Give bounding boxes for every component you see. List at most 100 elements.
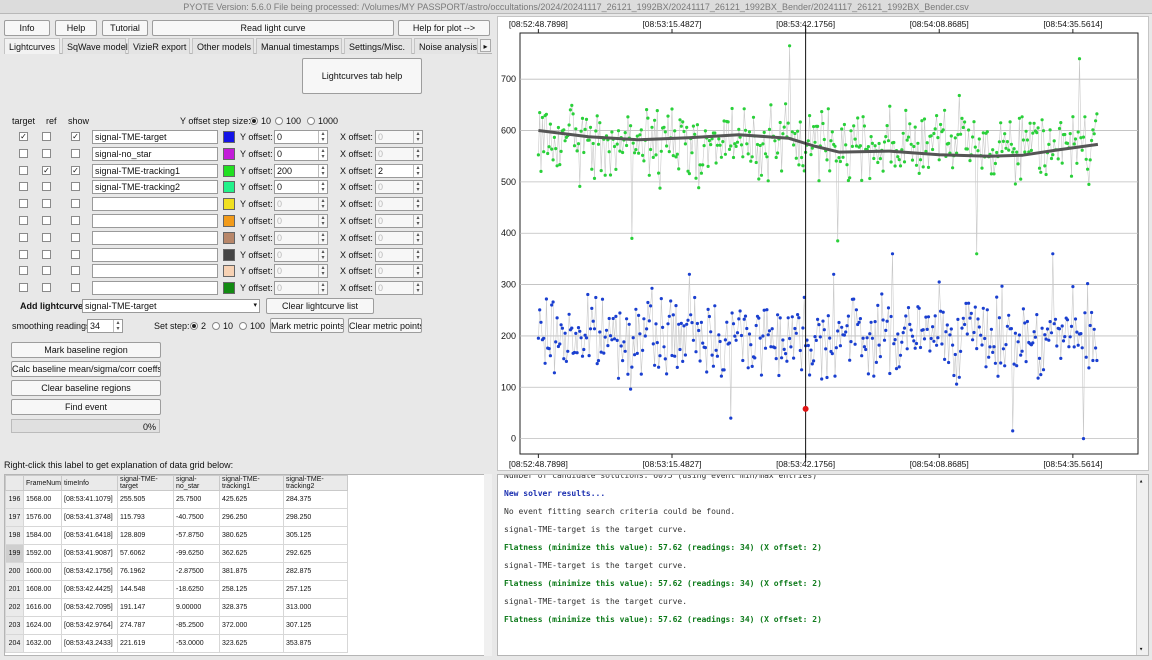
curve-name-field[interactable]: signal-TME-tracking1: [92, 163, 218, 178]
grid-column-header[interactable]: signal-TME-tracking1: [219, 475, 285, 491]
grid-cell[interactable]: 292.625: [283, 544, 349, 563]
scroll-down-icon[interactable]: ▾: [1139, 645, 1143, 653]
grid-cell[interactable]: 1632.00: [22, 634, 63, 653]
grid-cell[interactable]: -2.87500: [173, 562, 221, 581]
ref-checkbox[interactable]: [42, 283, 51, 293]
curve-name-field[interactable]: [92, 264, 218, 279]
stepper-arrows-icon[interactable]: ▴ ▾: [318, 198, 327, 211]
grid-cell[interactable]: 258.125: [219, 580, 285, 599]
x-offset-stepper[interactable]: 0 ▴ ▾: [375, 230, 423, 245]
grid-cell[interactable]: [08:53:42.4425]: [61, 580, 119, 599]
stepper-arrows-icon[interactable]: ▴ ▾: [318, 164, 327, 177]
table-row[interactable]: 203 1624.00 [08:53:42.9764] 274.787 -85.2500…: [5, 616, 349, 635]
grid-cell[interactable]: [08:53:42.1756]: [61, 562, 119, 581]
color-swatch[interactable]: [223, 198, 235, 211]
grid-cell[interactable]: 298.250: [283, 508, 349, 527]
grid-column-header[interactable]: signal-TME-target: [117, 475, 175, 491]
grid-cell[interactable]: 1568.00: [22, 490, 63, 509]
x-offset-stepper[interactable]: 0 ▴ ▾: [375, 264, 423, 279]
row-number[interactable]: 196: [5, 490, 24, 509]
row-number[interactable]: 202: [5, 598, 24, 617]
grid-cell[interactable]: 257.125: [283, 580, 349, 599]
solver-log[interactable]: ▴ ▾ Number of candidate solutions: 6075 …: [497, 474, 1149, 656]
show-checkbox[interactable]: [71, 148, 80, 158]
stepper-arrows-icon[interactable]: ▴ ▾: [413, 215, 422, 227]
table-row[interactable]: 200 1600.00 [08:53:42.1756] 76.1962 -2.87500…: [5, 562, 349, 581]
grid-cell[interactable]: -18.6250: [173, 580, 221, 599]
grid-cell[interactable]: [08:53:43.2433]: [61, 634, 119, 653]
scroll-up-icon[interactable]: ▴: [1139, 477, 1143, 485]
stepper-arrows-icon[interactable]: ▴ ▾: [413, 131, 422, 143]
row-number[interactable]: 203: [5, 616, 24, 635]
x-offset-stepper[interactable]: 2 ▴ ▾: [375, 163, 423, 178]
grid-cell[interactable]: 1616.00: [22, 598, 63, 617]
set-step-100-radio[interactable]: [239, 322, 247, 330]
tab-other-models[interactable]: Other models: [192, 38, 254, 54]
color-swatch[interactable]: [223, 282, 235, 295]
grid-cell[interactable]: 1624.00: [22, 616, 63, 635]
ref-checkbox[interactable]: [42, 132, 51, 141]
target-checkbox[interactable]: [19, 165, 28, 175]
show-checkbox[interactable]: [71, 199, 80, 209]
target-checkbox[interactable]: [19, 283, 28, 293]
grid-cell[interactable]: 274.787: [117, 616, 175, 635]
grid-cell[interactable]: 425.625: [219, 490, 285, 509]
grid-cell[interactable]: 76.1962: [117, 562, 175, 581]
grid-cell[interactable]: 9.00000: [173, 598, 221, 617]
table-row[interactable]: 196 1568.00 [08:53:41.1079] 255.505 25.7500 4…: [5, 490, 349, 509]
tab-scroll-right-icon[interactable]: ▸: [480, 39, 491, 52]
step-1000-radio[interactable]: [307, 117, 315, 125]
target-checkbox[interactable]: [19, 182, 28, 192]
stepper-arrows-icon[interactable]: ▴ ▾: [413, 231, 422, 244]
grid-cell[interactable]: 1600.00: [22, 562, 63, 581]
stepper-arrows-icon[interactable]: ▴ ▾: [318, 215, 327, 227]
target-checkbox[interactable]: [19, 216, 28, 225]
stepper-arrows-icon[interactable]: ▴ ▾: [413, 282, 422, 295]
grid-cell[interactable]: 323.625: [219, 634, 285, 653]
y-offset-stepper[interactable]: 0 ▴ ▾: [274, 180, 328, 195]
clear-metric-points-button[interactable]: Clear metric points: [348, 318, 422, 333]
grid-column-header[interactable]: timeInfo: [61, 475, 119, 491]
y-offset-stepper[interactable]: 0 ▴ ▾: [274, 197, 328, 212]
grid-cell[interactable]: [08:53:41.6418]: [61, 526, 119, 545]
y-offset-stepper[interactable]: 0 ▴ ▾: [274, 130, 328, 144]
grid-cell[interactable]: -53.0000: [173, 634, 221, 653]
row-number[interactable]: 201: [5, 580, 24, 599]
ref-checkbox[interactable]: [42, 266, 51, 276]
show-checkbox[interactable]: [71, 249, 80, 259]
grid-cell[interactable]: 372.000: [219, 616, 285, 635]
lightcurves-tab-help-button[interactable]: Lightcurves tab help: [302, 58, 422, 94]
grid-cell[interactable]: 191.147: [117, 598, 175, 617]
ref-checkbox[interactable]: [42, 199, 51, 209]
stepper-arrows-icon[interactable]: ▴ ▾: [318, 248, 327, 261]
target-checkbox[interactable]: ✓: [19, 132, 28, 141]
grid-cell[interactable]: [08:53:41.9087]: [61, 544, 119, 563]
stepper-arrows-icon[interactable]: ▴ ▾: [413, 265, 422, 278]
curve-name-field[interactable]: [92, 197, 218, 212]
clear-lightcurve-list-button[interactable]: Clear lightcurve list: [266, 298, 374, 314]
grid-cell[interactable]: 128.809: [117, 526, 175, 545]
set-step-2-radio[interactable]: [190, 322, 198, 330]
table-row[interactable]: 201 1608.00 [08:53:42.4425] 144.548 -18.6250…: [5, 580, 349, 599]
grid-column-header[interactable]: [5, 475, 24, 491]
row-number[interactable]: 204: [5, 634, 24, 653]
tab-sqwave-model[interactable]: SqWave model: [62, 38, 128, 54]
grid-column-header[interactable]: signal-no_star: [173, 475, 221, 491]
data-grid-table[interactable]: FrameNum timeInfo signal-TME-target signal-…: [5, 475, 349, 653]
tab-lightcurves[interactable]: Lightcurves: [4, 38, 60, 54]
show-checkbox[interactable]: [71, 283, 80, 293]
y-offset-stepper[interactable]: 0 ▴ ▾: [274, 281, 328, 296]
tab-manual-timestamps[interactable]: Manual timestamps: [256, 38, 342, 54]
x-offset-stepper[interactable]: 0 ▴ ▾: [375, 197, 423, 212]
grid-cell[interactable]: -85.2500: [173, 616, 221, 635]
stepper-arrows-icon[interactable]: ▴ ▾: [318, 265, 327, 278]
grid-column-header[interactable]: signal-TME-tracking2: [283, 475, 349, 491]
table-row[interactable]: 204 1632.00 [08:53:43.2433] 221.619 -53.0000…: [5, 634, 349, 653]
ref-checkbox[interactable]: [42, 216, 51, 225]
x-offset-stepper[interactable]: 0 ▴ ▾: [375, 130, 423, 144]
table-row[interactable]: 199 1592.00 [08:53:41.9087] 57.6062 -99.6250…: [5, 544, 349, 563]
stepper-arrows-icon[interactable]: ▴ ▾: [413, 198, 422, 211]
read-light-curve-button[interactable]: Read light curve: [152, 20, 394, 36]
help-for-plot-button[interactable]: Help for plot -->: [398, 20, 490, 36]
show-checkbox[interactable]: ✓: [71, 165, 80, 175]
